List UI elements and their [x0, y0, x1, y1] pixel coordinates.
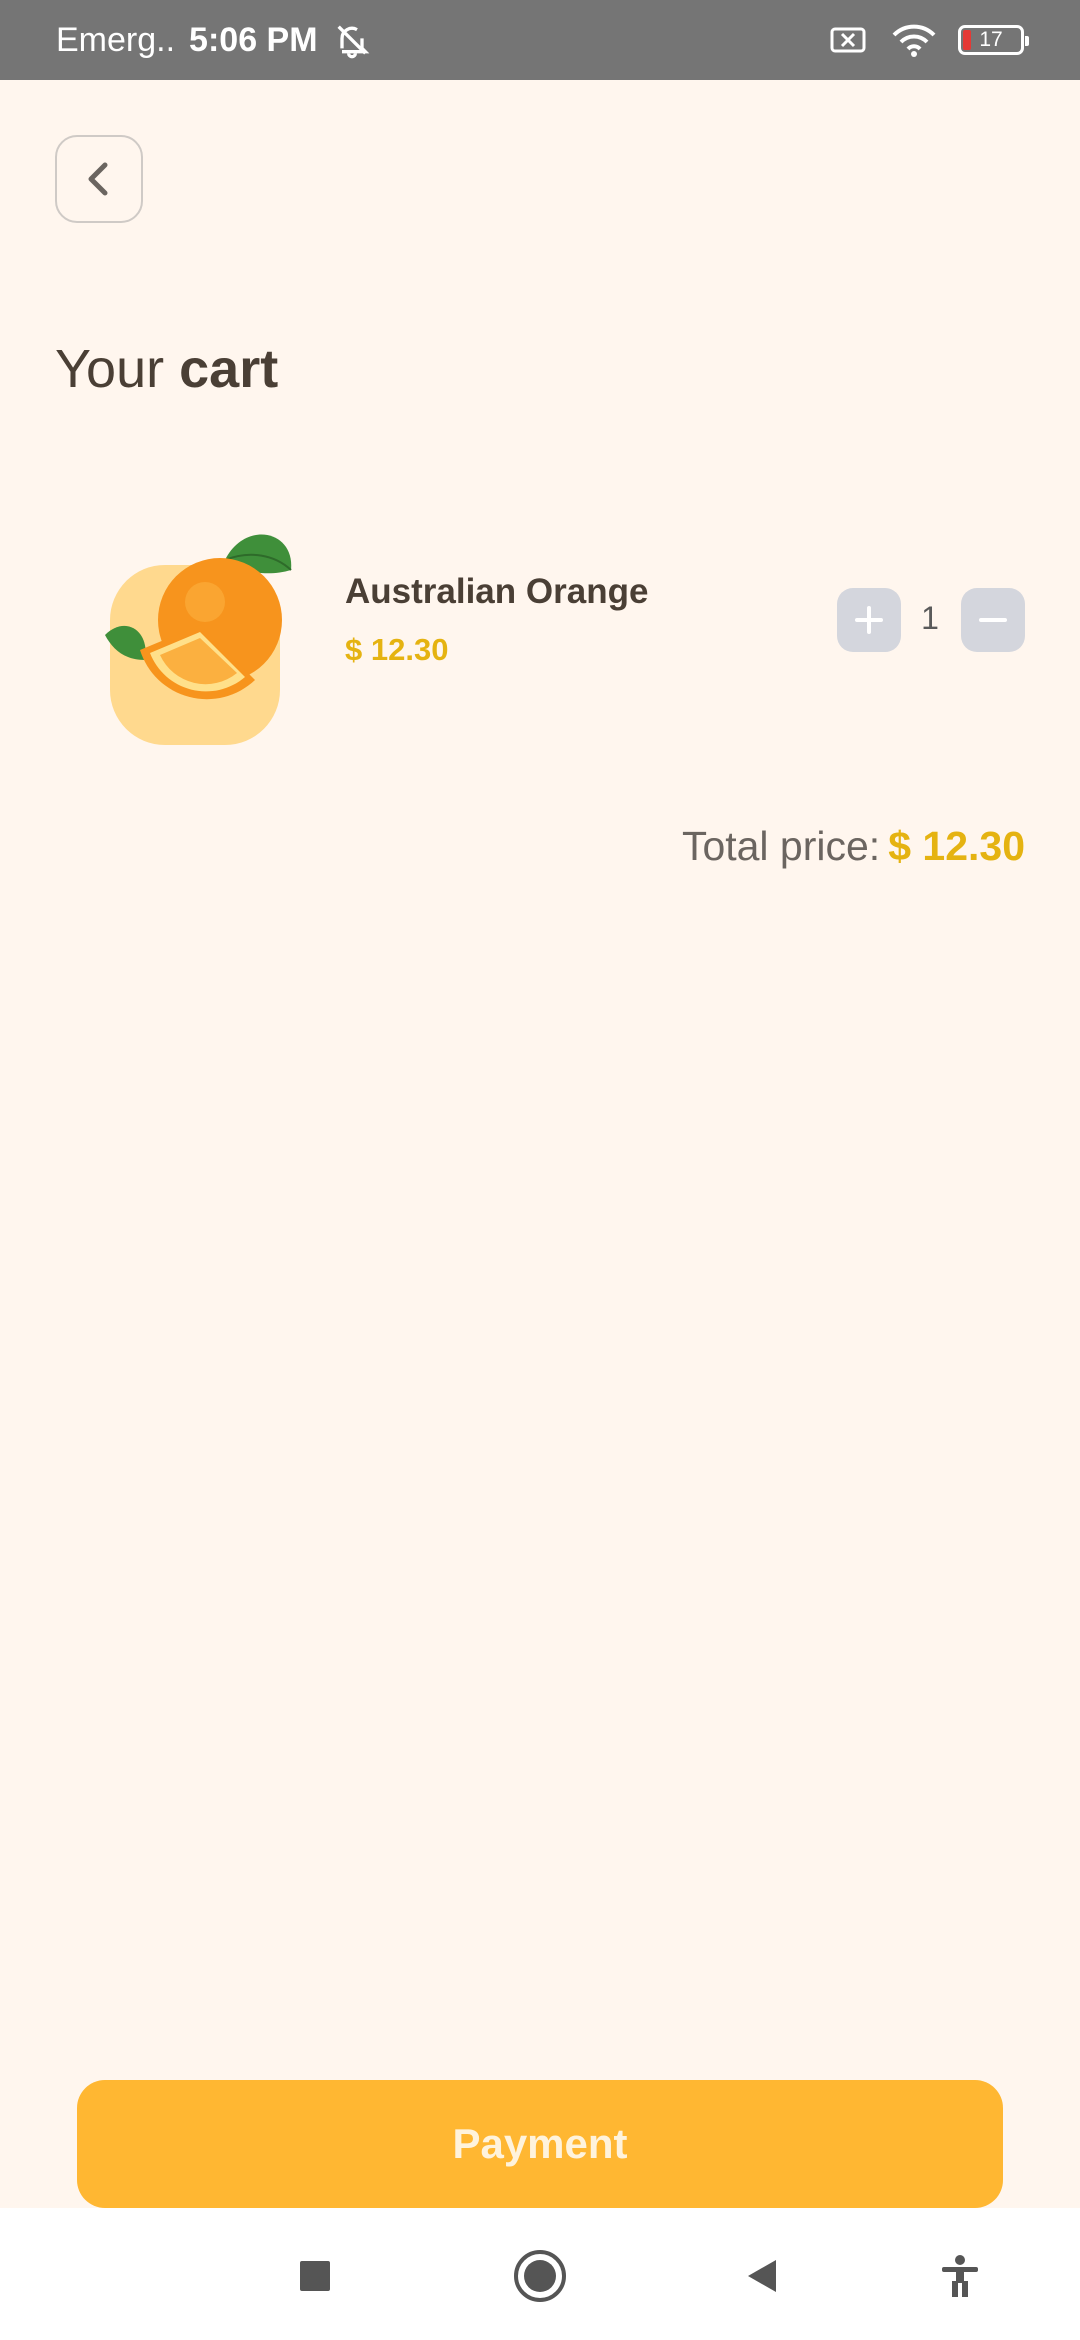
system-nav-bar	[0, 2208, 1080, 2340]
increase-quantity-button[interactable]	[837, 588, 901, 652]
wifi-icon	[892, 24, 936, 57]
sim-off-icon	[830, 27, 866, 53]
total-label: Total price:	[681, 823, 881, 869]
home-icon	[514, 2250, 566, 2302]
chevron-left-icon	[88, 162, 108, 196]
status-bar: Emerg.. 5:06 PM 17	[0, 0, 1080, 80]
total-amount: $ 12.30	[888, 823, 1025, 869]
recents-button[interactable]	[283, 2244, 347, 2308]
minus-icon	[979, 618, 1007, 622]
payment-button[interactable]: Payment	[77, 2080, 1003, 2208]
page-title-bold: cart	[179, 339, 279, 399]
home-button[interactable]	[508, 2244, 572, 2308]
page-title: Your cart	[55, 338, 278, 400]
product-price: $ 12.30	[345, 632, 449, 667]
nav-back-button[interactable]	[730, 2244, 794, 2308]
plus-icon	[855, 606, 883, 634]
total-price: Total price: $ 12.30	[682, 823, 1025, 870]
orange-image	[105, 534, 292, 745]
carrier-label: Emerg..	[56, 20, 176, 59]
accessibility-icon	[942, 2255, 978, 2297]
page-title-regular: Your	[55, 339, 165, 399]
back-button[interactable]	[55, 135, 143, 223]
bell-off-icon	[337, 25, 369, 59]
product-name: Australian Orange	[345, 572, 649, 611]
battery-level: 17	[979, 28, 1003, 51]
accessibility-button[interactable]	[928, 2244, 992, 2308]
cart-item[interactable]: Australian Orange $ 12.30 1	[0, 500, 1080, 760]
battery-icon: 17	[958, 25, 1029, 55]
back-icon	[748, 2260, 776, 2292]
recents-icon	[300, 2261, 330, 2291]
decrease-quantity-button[interactable]	[961, 588, 1025, 652]
quantity-value: 1	[921, 600, 939, 636]
clock: 5:06 PM	[189, 20, 318, 59]
